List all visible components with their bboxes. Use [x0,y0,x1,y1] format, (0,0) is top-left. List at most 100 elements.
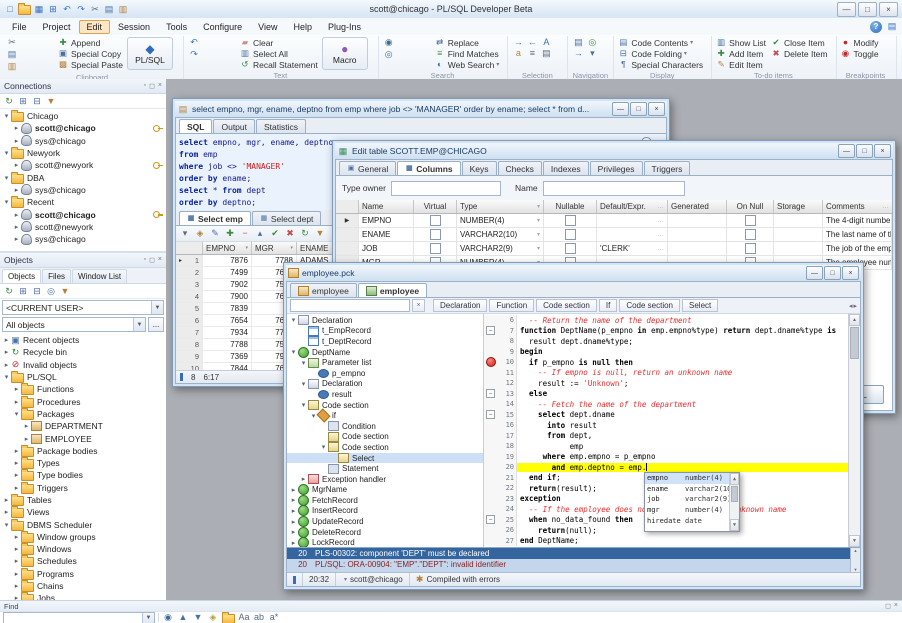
connections-toolbar-icon[interactable]: ⊞ [17,96,29,107]
structure-tree-item[interactable]: ▸ LockRecord [287,537,483,547]
connection-tree-item[interactable]: ▾ Chicago [0,110,166,122]
find-toolbar-icon[interactable]: a* [268,612,280,623]
expand-arrow-icon[interactable]: ▸ [22,435,31,443]
clear-filter-icon[interactable]: × [412,299,425,312]
structure-tree-item[interactable]: ▸ Exception handler [287,474,483,485]
app-close-button[interactable]: × [879,2,898,17]
expand-arrow-icon[interactable]: ▾ [299,380,308,388]
on-null-checkbox[interactable] [745,215,756,226]
window-minimize-button[interactable]: — [806,266,823,280]
ribbon-grid-icon[interactable]: A [539,37,553,48]
column-header[interactable]: Name [359,200,414,213]
object-tree-item[interactable]: ▸ DEPARTMENT [0,420,166,432]
connection-tree-item[interactable]: ▸ sys@chicago [0,233,166,245]
panel-float-icon[interactable]: ◻ [149,256,155,264]
expand-arrow-icon[interactable]: ▸ [289,518,298,526]
structure-tree-item[interactable]: ▸ DeleteRecord [287,527,483,538]
structure-tree-item[interactable]: ▾ Declaration [287,379,483,390]
connections-toolbar-icon[interactable]: ↻ [3,96,15,107]
objects-panel-tab[interactable]: Files [42,269,71,283]
panel-autohide-icon[interactable]: ▫ [144,256,146,264]
breadcrumb-button[interactable]: Function [489,299,534,312]
ribbon-button[interactable]: ◐ Web Search ▾ [434,59,500,70]
program-tab[interactable]: employee [290,283,357,297]
object-tree-item[interactable]: ▸ Windows [0,543,166,555]
quick-access-icon[interactable]: ⊞ [47,4,59,15]
objects-panel-tab[interactable]: Window List [72,269,127,283]
object-tree-item[interactable]: ▸ Window groups [0,531,166,543]
on-null-checkbox[interactable] [745,243,756,254]
fold-icon[interactable]: − [486,515,495,524]
objects-toolbar-icon[interactable]: ↻ [3,286,15,297]
quick-access-icon[interactable]: ↷ [75,4,87,15]
edit-table-tab[interactable]: ▦ Columns [397,161,460,175]
quick-access-icon[interactable]: ▦ [33,4,45,15]
structure-tree-item[interactable]: t_EmpRecord [287,326,483,337]
ribbon-button[interactable]: ◉ Toggle [840,48,888,59]
chevron-down-icon[interactable]: ▾ [496,61,499,68]
find-toolbar-icon[interactable]: ◉ [162,612,174,623]
virtual-checkbox[interactable] [430,215,441,226]
ribbon-grid-icon[interactable]: ◎ [585,37,599,48]
window-minimize-button[interactable]: — [612,102,629,116]
app-maximize-button[interactable]: □ [858,2,877,17]
expand-arrow-icon[interactable]: ▸ [289,496,298,504]
connection-tree-item[interactable]: ▾ Newyork [0,147,166,159]
panel-autohide-icon[interactable]: ▫ [144,82,146,90]
expand-arrow-icon[interactable]: ▸ [12,235,21,243]
menu-item[interactable]: File [4,20,35,34]
connection-tree-item[interactable]: ▸ sys@chicago [0,184,166,196]
object-tree-item[interactable]: ▸ ↻ Recycle bin [0,346,166,358]
find-toolbar-icon[interactable]: Aa [238,612,250,623]
grid-toolbar-icon[interactable]: ✚ [224,228,236,239]
object-tree-item[interactable]: ▾ DBMS Scheduler [0,518,166,530]
sql-window-tab[interactable]: Statistics [256,119,306,133]
grid-toolbar-icon[interactable]: − [239,228,251,239]
grid-toolbar-icon[interactable]: ▴ [254,228,266,239]
breadcrumb-button[interactable]: Code section [619,299,680,312]
expand-arrow-icon[interactable]: ▸ [12,471,21,479]
ribbon-button[interactable]: ▩ Special Paste [57,59,123,70]
expand-arrow-icon[interactable]: ▸ [12,557,21,565]
panel-close-icon[interactable]: × [894,602,898,610]
chevron-down-icon[interactable]: ▾ [684,50,687,57]
scroll-down-icon[interactable]: ▼ [730,519,739,531]
edit-table-titlebar[interactable]: ▦ Edit table SCOTT.EMP@CHICAGO — □ × [335,143,893,159]
object-tree-item[interactable]: ▸ Functions [0,383,166,395]
expand-arrow-icon[interactable]: ▸ [12,223,21,231]
expand-arrow-icon[interactable]: ▸ [12,582,21,590]
object-tree-item[interactable]: ▸ Type bodies [0,469,166,481]
autocomplete-item[interactable]: ename varchar2(10) [645,484,729,495]
ribbon-mini-icon[interactable]: ◎ [382,49,396,60]
object-tree-item[interactable]: ▸ Chains [0,580,166,592]
find-input[interactable]: ▼ [3,612,155,623]
expand-arrow-icon[interactable]: ▸ [12,124,21,132]
window-minimize-button[interactable]: — [838,144,855,158]
sql-window-tab[interactable]: SQL [179,119,212,133]
objects-toolbar-icon[interactable]: ◎ [45,286,57,297]
scroll-up-icon[interactable]: ▲ [730,473,739,485]
grid-toolbar-icon[interactable]: ↻ [299,228,311,239]
autocomplete-item[interactable]: hiredate date [645,515,729,526]
ribbon-button[interactable]: ↺ Recall Statement [239,59,318,70]
object-tree-item[interactable]: ▾ Packages [0,408,166,420]
structure-tree-item[interactable]: ▾ if [287,410,483,421]
ribbon-grid-icon[interactable]: ▾ [585,48,599,59]
object-filter-select[interactable]: All objects ▼ [2,317,146,332]
window-close-button[interactable]: × [874,144,891,158]
expand-arrow-icon[interactable]: ▸ [12,186,21,194]
ribbon-button[interactable]: ✖ Delete Item [770,48,827,59]
quick-access-icon[interactable]: ▥ [117,4,129,15]
column-header[interactable]: On Null [727,200,774,213]
ribbon-mini-icon[interactable]: ↶ [187,37,201,48]
ribbon-mini-icon[interactable]: ▥ [5,61,19,72]
breadcrumb-button[interactable]: If [599,299,617,312]
edit-table-tab[interactable]: Keys [462,161,497,175]
session-selector[interactable]: ▾ scott@chicago [336,573,410,586]
expand-arrow-icon[interactable]: ▸ [289,486,298,494]
expand-arrow-icon[interactable]: ▸ [22,422,31,430]
ribbon-grid-icon[interactable]: a [511,48,525,59]
ribbon-grid-icon[interactable]: ▤ [539,48,553,59]
object-tree-item[interactable]: ▸ Procedures [0,395,166,407]
result-tab[interactable]: ▦Select dept [252,211,322,225]
